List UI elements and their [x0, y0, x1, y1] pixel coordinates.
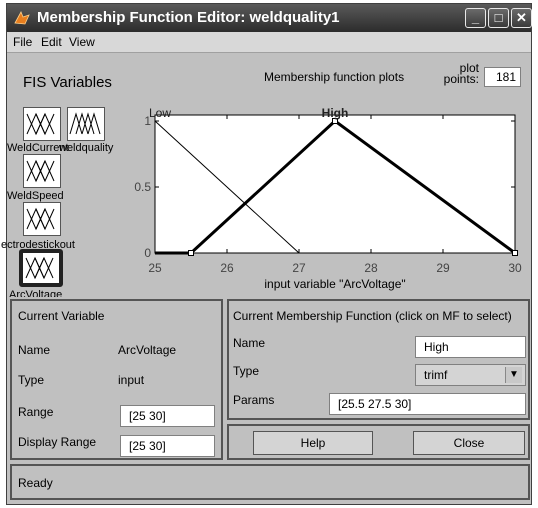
plot-area[interactable] — [154, 114, 516, 254]
mf-label-low[interactable]: Low — [149, 106, 171, 120]
var-type-label: Type — [18, 373, 45, 387]
var-display-range-input[interactable]: [25 30] — [120, 435, 215, 457]
var-range-input[interactable]: [25 30] — [120, 405, 215, 427]
mf-name-label: Name — [233, 336, 266, 350]
y-tick-label: 0 — [144, 246, 151, 260]
current-mf-header: Current Membership Function (click on MF… — [233, 309, 512, 323]
current-variable-header: Current Variable — [18, 309, 105, 323]
help-button[interactable]: Help — [253, 431, 373, 455]
button-panel: Help Close — [227, 424, 530, 460]
mf-plot-chart: 25 26 27 28 29 3000.51Low Highinput variable "… — [134, 106, 522, 291]
var-name-value: ArcVoltage — [118, 343, 177, 357]
x-tick-label: 26 — [220, 261, 234, 275]
var-range-label: Range — [18, 405, 54, 419]
x-tick-label: 27 — [292, 261, 306, 275]
mf-label-high[interactable]: High — [322, 106, 349, 120]
mf-params-label: Params — [233, 393, 275, 407]
x-tick-label: 30 — [508, 261, 522, 275]
x-tick-label: 28 — [364, 261, 378, 275]
x-axis-label: input variable "ArcVoltage" — [264, 277, 405, 291]
mf-type-value: trimf — [424, 368, 448, 382]
current-variable-panel: Current Variable Name ArcVoltage Type in… — [10, 299, 223, 460]
y-tick-label: 0.5 — [134, 180, 151, 194]
mf-name-input[interactable]: High — [415, 336, 526, 358]
var-type-value: input — [118, 373, 145, 387]
status-bar: Ready — [10, 464, 530, 500]
status-text: Ready — [18, 476, 53, 490]
dropdown-arrow-icon[interactable]: ▼ — [505, 367, 522, 383]
var-display-range-label: Display Range — [18, 435, 97, 449]
var-name-label: Name — [18, 343, 51, 357]
x-tick-label: 25 — [148, 261, 162, 275]
mf-type-label: Type — [233, 364, 260, 378]
x-tick-label: 29 — [436, 261, 450, 275]
mf-vertex-handle[interactable] — [188, 250, 194, 256]
mf-vertex-handle[interactable] — [512, 250, 518, 256]
current-mf-panel: Current Membership Function (click on MF… — [227, 299, 530, 420]
mf-type-select[interactable]: trimf ▼ — [415, 364, 526, 386]
mf-params-input[interactable]: [25.5 27.5 30] — [329, 393, 526, 415]
mf-editor-window: Membership Function Editor: weldquality1… — [1, 3, 532, 505]
close-button[interactable]: Close — [413, 431, 525, 455]
